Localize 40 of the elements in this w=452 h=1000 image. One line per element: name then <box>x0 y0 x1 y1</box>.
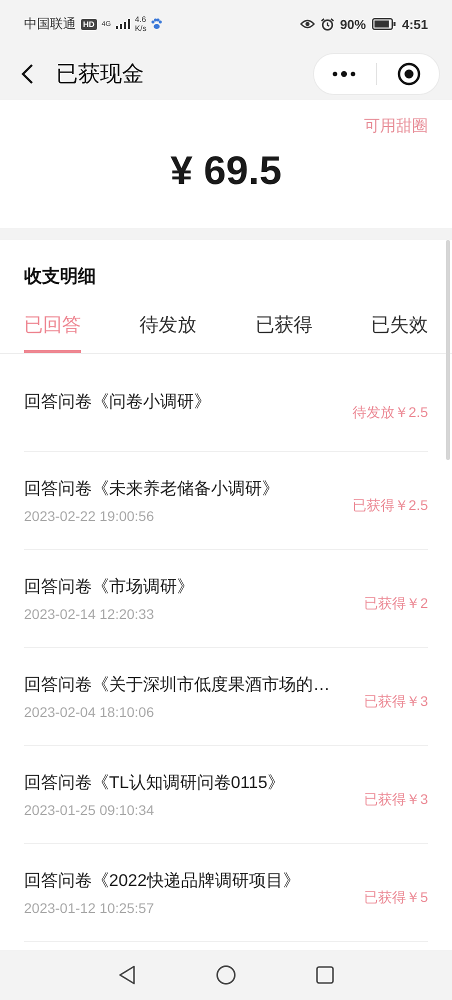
home-icon[interactable] <box>216 965 236 985</box>
record-amount: 已获得￥3 <box>364 692 428 710</box>
record-time: 2023-02-04 18:10:06 <box>24 704 155 720</box>
more-icon[interactable] <box>332 70 356 78</box>
record-title: 回答问卷《2022快递品牌调研项目》 <box>24 870 300 892</box>
record-amount: 待发放￥2.5 <box>352 403 428 422</box>
close-icon[interactable] <box>397 62 421 86</box>
filter-tab[interactable]: 已获得 <box>255 312 312 353</box>
eye-icon <box>300 19 315 29</box>
record-time: 2023-02-22 19:00:56 <box>24 508 155 524</box>
signal-icon <box>116 19 130 29</box>
alarm-icon <box>320 18 334 30</box>
speed-unit: K/s <box>134 24 146 33</box>
speed-value: 4.6 <box>134 15 146 24</box>
record-title: 回答问卷《市场调研》 <box>24 576 194 598</box>
paw-icon <box>151 18 162 30</box>
battery-percent: 90% <box>340 16 366 32</box>
back-icon[interactable] <box>118 965 136 985</box>
page-title: 已获现金 <box>56 60 145 88</box>
hd-badge: HD <box>81 18 97 30</box>
carrier-name: 中国联通 <box>24 15 76 33</box>
record-amount: 已获得￥3 <box>364 790 428 808</box>
record-title: 回答问卷《关于深圳市低度果酒市场的… <box>24 674 330 696</box>
battery-icon <box>372 18 396 30</box>
record-title: 回答问卷《问卷小调研》 <box>24 391 211 413</box>
back-icon[interactable] <box>20 63 34 85</box>
record-time: 2023-01-25 09:10:34 <box>24 802 155 818</box>
record-time: 2023-01-12 10:25:57 <box>24 900 155 916</box>
record-time: 2023-02-14 12:20:33 <box>24 606 155 622</box>
recents-icon[interactable] <box>316 966 334 984</box>
filter-tab[interactable]: 已失效 <box>370 312 428 353</box>
record-title: 回答问卷《未来养老储备小调研》 <box>24 478 279 500</box>
record-amount: 已获得￥5 <box>364 888 428 906</box>
balance-amount: ¥ 69.5 <box>169 149 283 194</box>
clock: 4:51 <box>402 16 428 32</box>
filter-tab[interactable]: 待发放 <box>140 312 197 353</box>
section-title: 收支明细 <box>23 265 97 288</box>
record-amount: 已获得￥2.5 <box>352 496 428 514</box>
record-amount: 已获得￥2 <box>364 594 428 612</box>
record-title: 回答问卷《TL认知调研问卷0115》 <box>24 772 284 794</box>
